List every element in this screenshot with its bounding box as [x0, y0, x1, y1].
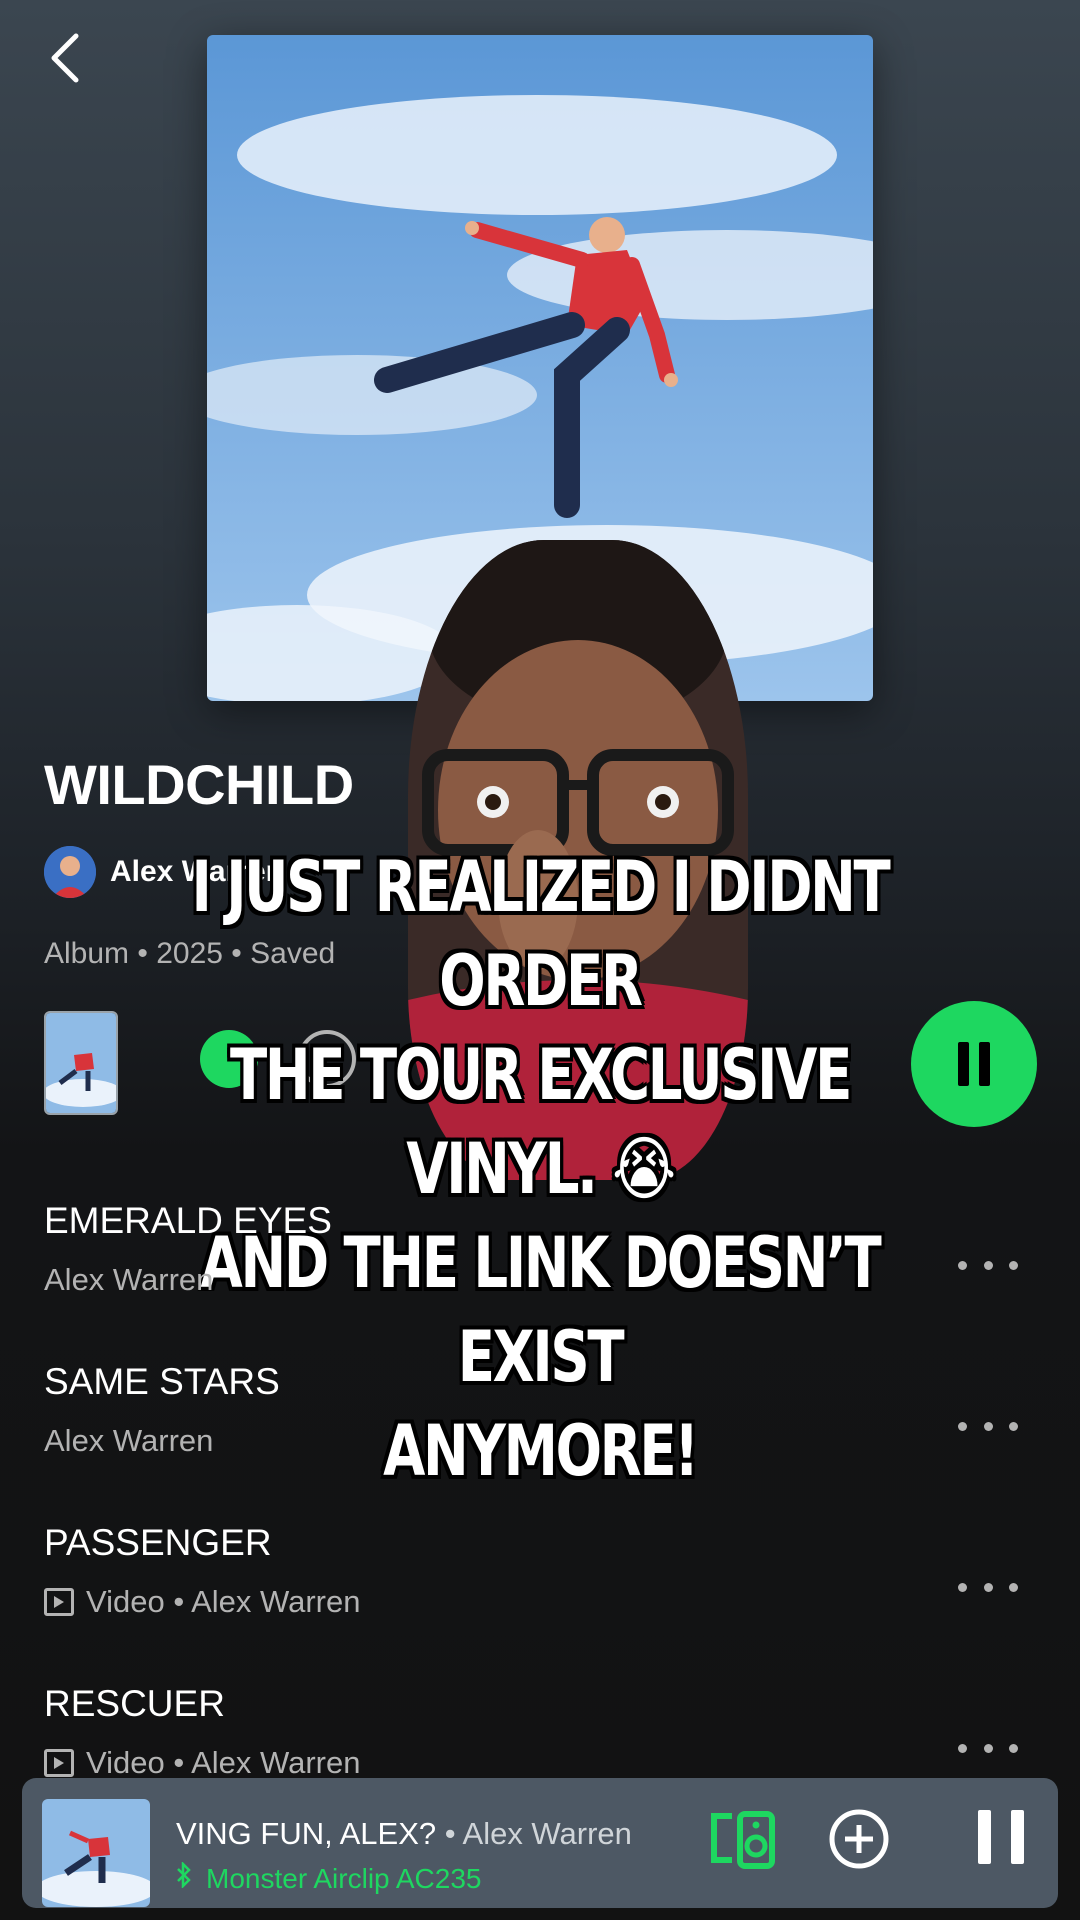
- track-title: EMERALD EYES: [44, 1200, 332, 1241]
- album-title: WILDCHILD: [44, 753, 354, 816]
- pause-icon: [958, 1042, 990, 1086]
- track-row[interactable]: SAME STARS Alex Warren: [0, 1351, 1080, 1512]
- album-preview-thumbnail[interactable]: [44, 1011, 118, 1115]
- mini-player[interactable]: VING FUN, ALEX? • Alex Warren Monster Ai…: [22, 1778, 1058, 1908]
- now-playing-title: VING FUN, ALEX? • Alex Warren: [176, 1816, 632, 1851]
- more-dots-icon[interactable]: [958, 1411, 1018, 1441]
- track-subtitle: Video • Alex Warren: [44, 1584, 1080, 1620]
- connected-device[interactable]: Monster Airclip AC235: [176, 1860, 481, 1895]
- more-dots-icon[interactable]: [958, 1572, 1018, 1602]
- more-dots-icon[interactable]: [958, 1733, 1018, 1763]
- track-subtitle: Alex Warren: [44, 1423, 214, 1458]
- track-row[interactable]: EMERALD EYES Alex Warren: [0, 1190, 1080, 1351]
- back-button[interactable]: [40, 30, 90, 86]
- chevron-left-icon: [51, 33, 79, 83]
- track-title: RESCUER: [44, 1683, 225, 1724]
- pause-icon[interactable]: [978, 1810, 1024, 1864]
- now-playing-artwork[interactable]: [42, 1799, 150, 1907]
- track-subtitle: Video • Alex Warren: [44, 1745, 1080, 1781]
- track-title: PASSENGER: [44, 1522, 272, 1563]
- track-subtitle: Alex Warren: [44, 1262, 214, 1297]
- video-icon: [44, 1588, 74, 1616]
- bluetooth-icon: [176, 1860, 192, 1895]
- track-row[interactable]: PASSENGER Video • Alex Warren: [0, 1512, 1080, 1673]
- track-title: SAME STARS: [44, 1361, 280, 1402]
- devices-icon[interactable]: [708, 1810, 776, 1870]
- video-icon: [44, 1749, 74, 1777]
- add-circle-icon[interactable]: [828, 1808, 890, 1870]
- track-list: EMERALD EYES Alex Warren SAME STARS Alex…: [0, 1190, 1080, 1834]
- artist-avatar: [44, 846, 96, 898]
- more-dots-icon[interactable]: [958, 1250, 1018, 1280]
